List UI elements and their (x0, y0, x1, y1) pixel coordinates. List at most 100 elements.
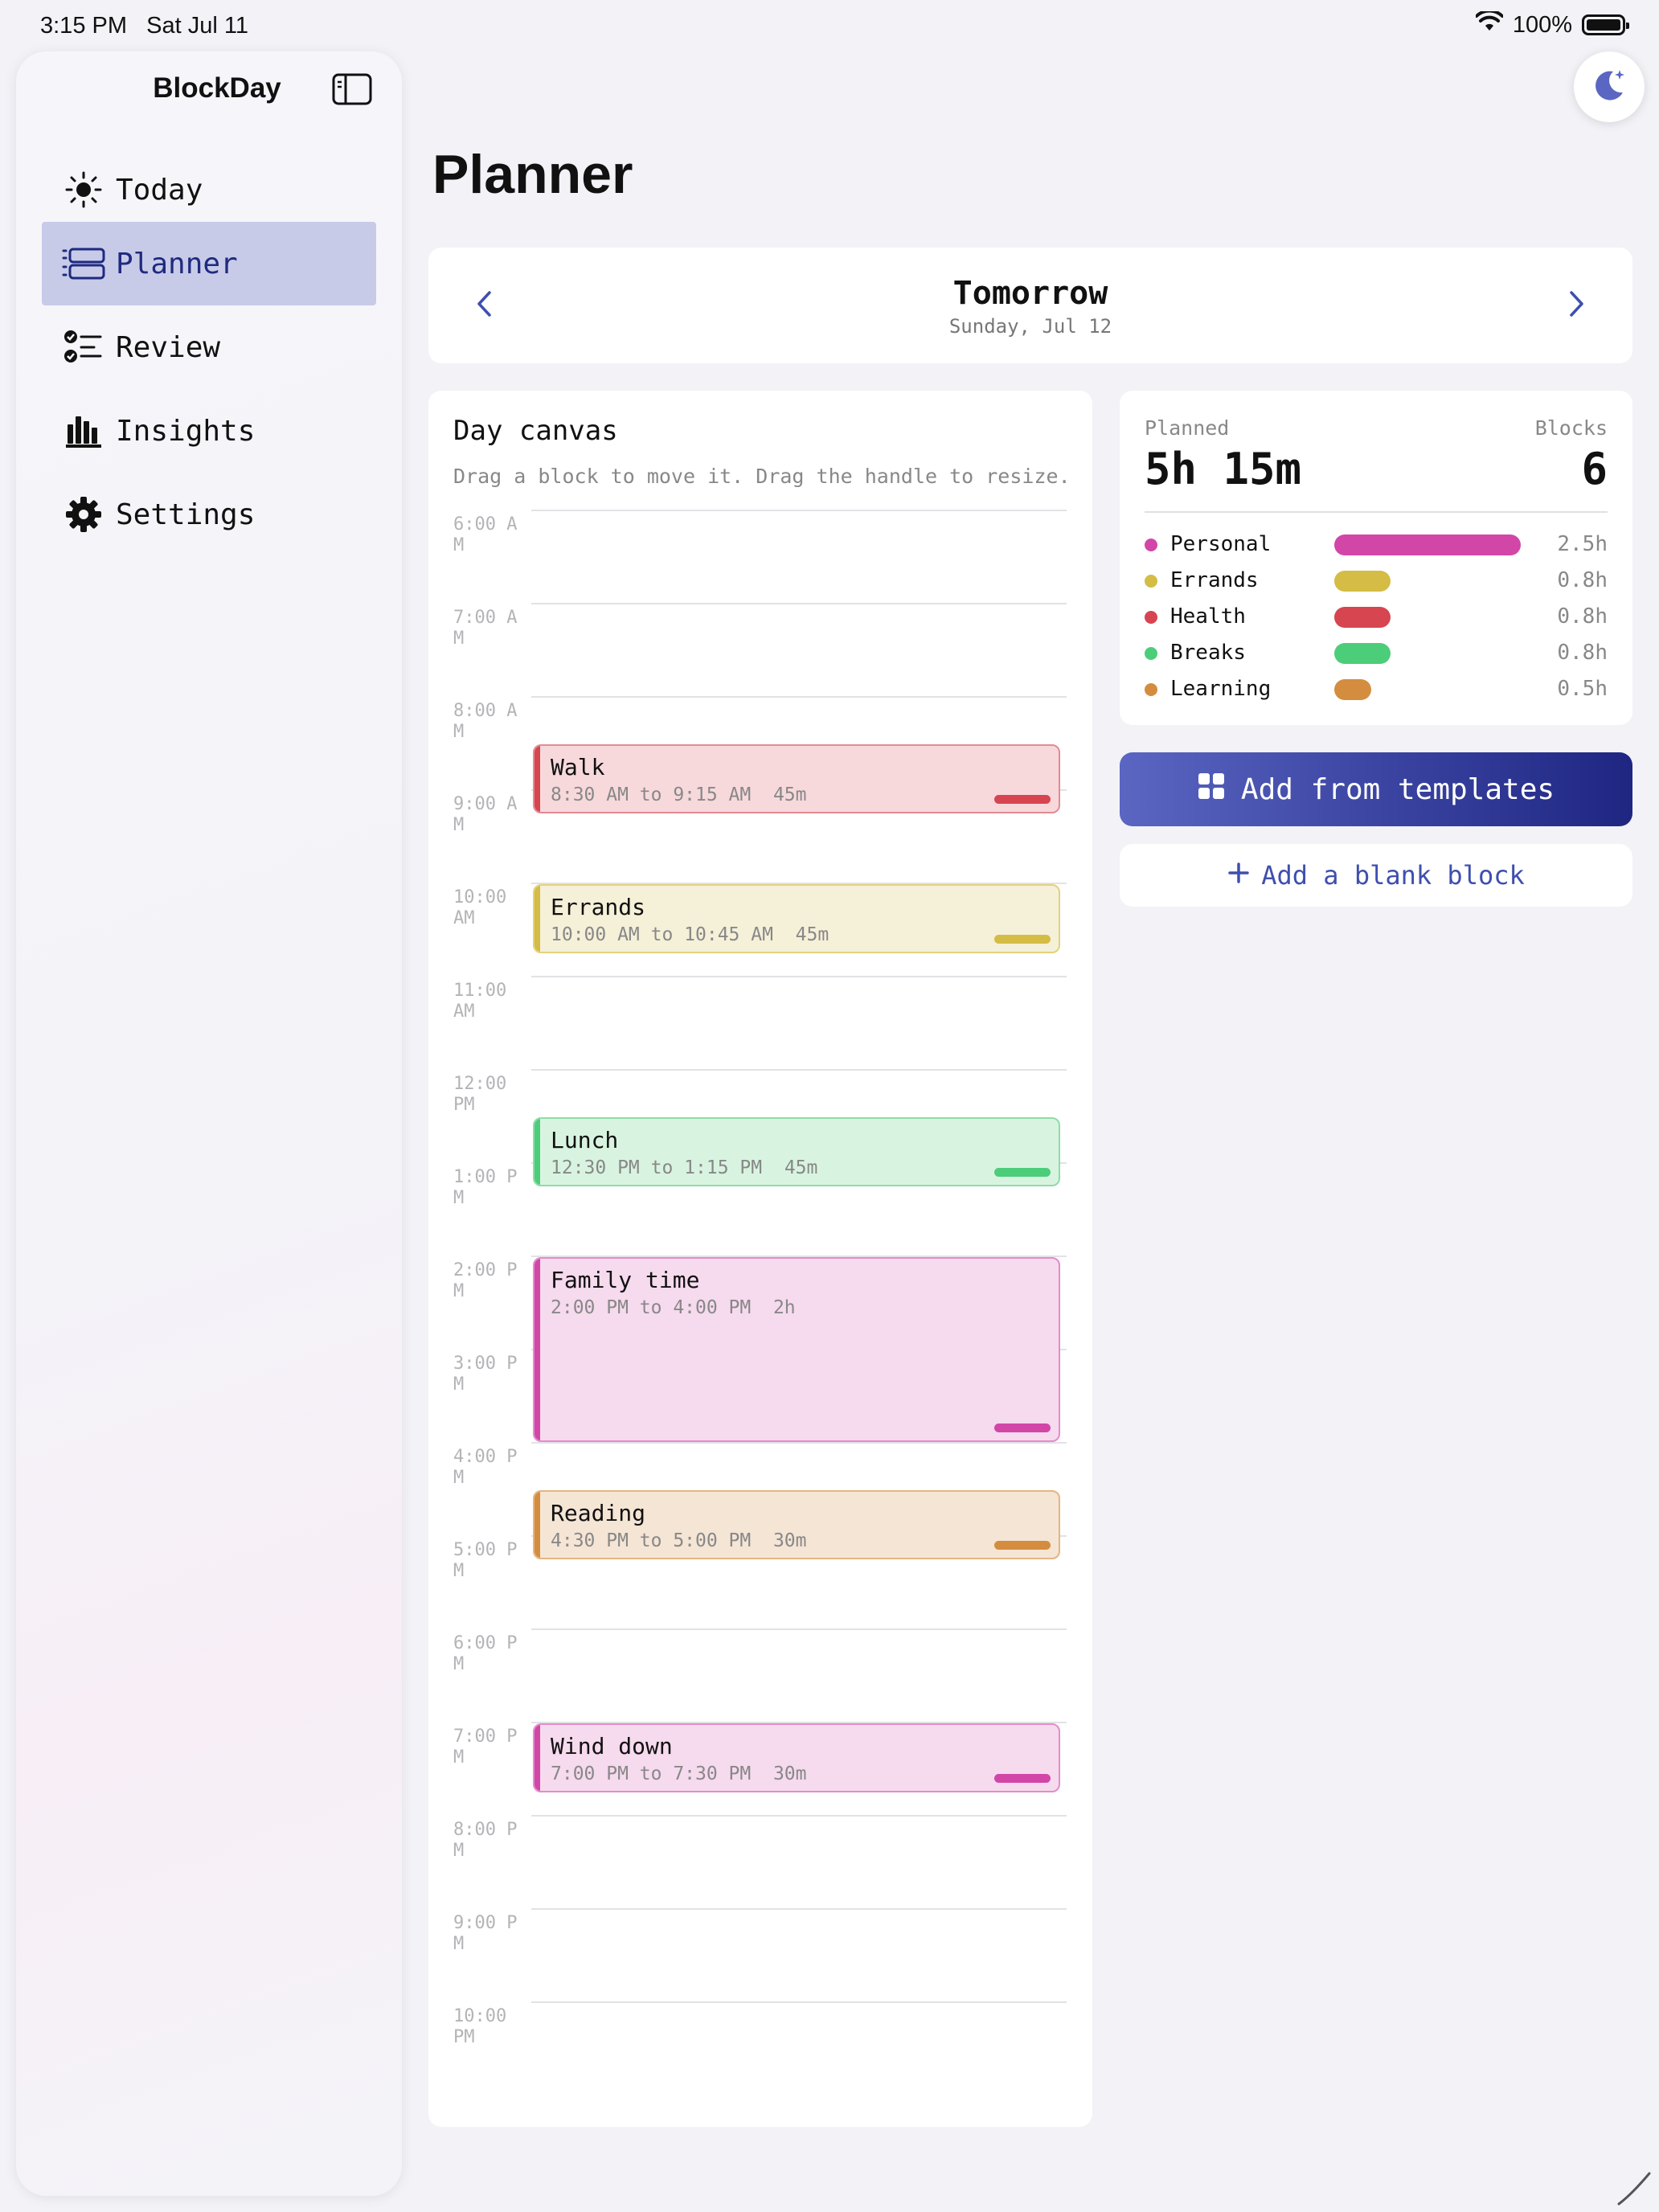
block-category-bar (535, 886, 540, 952)
page-title: Planner (432, 144, 633, 205)
sidebar-item-insights[interactable]: Insights (42, 389, 376, 473)
planned-value: 5h 15m (1145, 444, 1302, 494)
timeline: 6:00 AM 7:00 AM 8:00 AM 9:00 AM 10:00 AM 11:0… (428, 391, 1092, 2127)
hour-line (531, 603, 1067, 604)
block-time-range: 2:00 PM to 4:00 PM (551, 1297, 752, 1318)
hour-line (531, 696, 1067, 698)
hour-label: 5:00 PM (453, 1540, 518, 1581)
block-duration: 30m (772, 1763, 807, 1784)
wifi-icon (1474, 9, 1504, 39)
block-title: Family time (551, 1267, 700, 1293)
resize-handle[interactable] (994, 1168, 1051, 1177)
block-category-bar (535, 1259, 540, 1440)
time-block[interactable]: Lunch 12:30 PM to 1:15 PM 45m (533, 1117, 1060, 1186)
resize-handle[interactable] (994, 1423, 1051, 1432)
category-dot (1145, 575, 1157, 588)
block-time: 8:30 AM to 9:15 AM 45m (551, 784, 807, 805)
add-blank-block-label: Add a blank block (1261, 860, 1525, 891)
hour-line (531, 2001, 1067, 2003)
date-title: Tomorrow (952, 275, 1108, 312)
block-title: Wind down (551, 1733, 673, 1759)
hour-line (531, 976, 1067, 977)
hour-line (531, 510, 1067, 511)
block-duration: 30m (772, 1530, 807, 1551)
grid-icon (1198, 772, 1225, 807)
time-block[interactable]: Reading 4:30 PM to 5:00 PM 30m (533, 1490, 1060, 1559)
add-from-templates-button[interactable]: Add from templates (1120, 752, 1632, 826)
hour-label: 7:00 PM (453, 1727, 518, 1768)
category-row: Learning 0.5h (1145, 674, 1608, 706)
add-blank-block-button[interactable]: Add a blank block (1120, 844, 1632, 907)
hour-label: 4:00 PM (453, 1447, 518, 1488)
category-hours: 0.8h (1557, 641, 1608, 665)
category-name: Breaks (1170, 641, 1246, 665)
sidebar-item-settings[interactable]: Settings (42, 473, 376, 556)
day-canvas: Day canvas Drag a block to move it. Drag… (428, 391, 1092, 2127)
hour-label: 9:00 AM (453, 794, 518, 835)
category-dot (1145, 539, 1157, 551)
sidebar-toggle-button[interactable] (331, 72, 373, 106)
block-time: 10:00 AM to 10:45 AM 45m (551, 924, 829, 945)
next-day-button[interactable] (1552, 281, 1600, 330)
sidebar-item-label: Today (116, 173, 203, 207)
block-duration: 45m (772, 784, 807, 805)
hour-line (531, 1069, 1067, 1071)
category-dot (1145, 611, 1157, 624)
dark-mode-button[interactable] (1574, 51, 1645, 122)
add-from-templates-label: Add from templates (1240, 772, 1555, 806)
category-bar (1334, 679, 1371, 700)
hour-label: 8:00 PM (453, 1820, 518, 1861)
block-title: Errands (551, 894, 646, 920)
time-block[interactable]: Walk 8:30 AM to 9:15 AM 45m (533, 744, 1060, 813)
resize-handle[interactable] (994, 935, 1051, 944)
summary-card: Planned 5h 15m Blocks 6 Personal 2.5h Erra… (1120, 391, 1632, 725)
block-title: Walk (551, 754, 605, 780)
status-indicators: 100% (1474, 9, 1629, 39)
category-name: Errands (1170, 568, 1259, 592)
hour-label: 10:00 PM (453, 2006, 507, 2047)
checklist-icon (59, 323, 108, 371)
date-subtitle: Sunday, Jul 12 (948, 315, 1112, 338)
block-duration: 45m (784, 1157, 818, 1178)
block-category-bar (535, 1725, 540, 1791)
sidebar-item-planner[interactable]: Planner (42, 222, 376, 305)
sidebar-item-today[interactable]: Today (42, 148, 376, 231)
category-dot (1145, 683, 1157, 696)
block-title: Lunch (551, 1127, 619, 1153)
resize-handle[interactable] (994, 1541, 1051, 1550)
sidebar-item-review[interactable]: Review (42, 305, 376, 389)
hour-label: 1:00 PM (453, 1167, 518, 1208)
resize-handle[interactable] (994, 795, 1051, 804)
chevron-right-icon (1567, 290, 1586, 321)
blocks-label: Blocks (1534, 416, 1608, 440)
hour-label: 12:00 PM (453, 1074, 507, 1115)
time-block[interactable]: Family time 2:00 PM to 4:00 PM 2h (533, 1257, 1060, 1442)
block-time: 12:30 PM to 1:15 PM 45m (551, 1157, 817, 1178)
block-time-range: 7:00 PM to 7:30 PM (551, 1763, 752, 1784)
category-bar (1334, 535, 1521, 555)
sidebar-item-label: Settings (116, 498, 256, 531)
block-time: 2:00 PM to 4:00 PM 2h (551, 1297, 796, 1318)
time-block[interactable]: Wind down 7:00 PM to 7:30 PM 30m (533, 1723, 1060, 1792)
hour-line (531, 1815, 1067, 1817)
hour-line (531, 1908, 1067, 1910)
time-block[interactable]: Errands 10:00 AM to 10:45 AM 45m (533, 884, 1060, 953)
category-row: Personal 2.5h (1145, 529, 1608, 561)
hour-label: 7:00 AM (453, 608, 518, 649)
block-time-range: 12:30 PM to 1:15 PM (551, 1157, 763, 1178)
block-category-bar (535, 1492, 540, 1558)
block-time-range: 4:30 PM to 5:00 PM (551, 1530, 752, 1551)
category-name: Health (1170, 604, 1246, 629)
category-dot (1145, 647, 1157, 660)
block-category-bar (535, 1119, 540, 1185)
category-bar (1334, 643, 1391, 664)
category-hours: 0.5h (1557, 677, 1608, 701)
hour-label: 10:00 AM (453, 887, 507, 928)
moon-stars-icon (1589, 65, 1629, 109)
battery-icon (1582, 14, 1629, 35)
resize-handle[interactable] (994, 1774, 1051, 1783)
block-title: Reading (551, 1500, 646, 1526)
sun-icon (59, 166, 108, 214)
hour-line (531, 1628, 1067, 1630)
sidebar-item-label: Insights (116, 414, 256, 448)
